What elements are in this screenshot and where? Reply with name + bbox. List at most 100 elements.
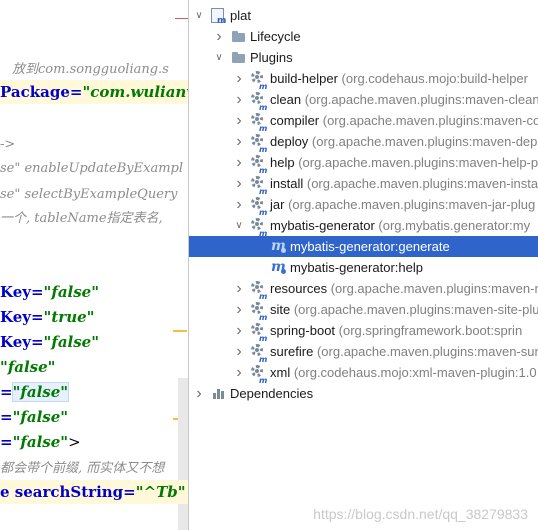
plugin-icon: m	[251, 113, 267, 133]
code-token: Key=	[0, 283, 44, 301]
code-line: ->	[0, 133, 15, 155]
tree-row-label: site	[270, 302, 291, 317]
chevron-right-icon[interactable]: ›	[193, 383, 205, 404]
plugin-icon: m	[251, 365, 267, 385]
chevron-right-icon[interactable]: ›	[233, 152, 245, 173]
tree-row-spring-boot[interactable]: › m spring-boot (org.springframework.boot:…	[189, 320, 538, 343]
chevron-right-icon[interactable]: ›	[233, 320, 245, 341]
tree-row-label: xml	[270, 365, 291, 380]
chevron-right-icon[interactable]: ›	[233, 278, 245, 299]
tree-row-coordinates: (org.apache.maven.plugins:maven-insta	[303, 176, 538, 191]
tree-row-coordinates: (org.codehaus.mojo:xml-maven-plugin:1.0	[290, 365, 537, 380]
code-line: 一个, tableName指定表名,	[0, 207, 163, 229]
code-editor[interactable]: 放到com.songguoliang.s Package="com.wulianw…	[0, 0, 188, 530]
tree-row-coordinates: (org.apache.maven.plugins:maven-dep	[308, 134, 538, 149]
code-line: 放到com.songguoliang.s	[12, 58, 169, 80]
tree-row-label: Lifecycle	[250, 29, 301, 44]
code-token: Key=	[0, 308, 44, 326]
tree-row-compiler[interactable]: › m compiler (org.apache.maven.plugins:mav…	[189, 110, 538, 133]
code-token: "false"	[12, 433, 69, 451]
plugin-icon: m	[251, 134, 267, 154]
chevron-right-icon[interactable]: ›	[233, 110, 245, 131]
code-line: se" selectByExampleQuery	[0, 183, 177, 205]
code-token: =	[0, 383, 13, 401]
tree-row-label: surefire	[270, 344, 314, 359]
tree-row-coordinates: (org.apache.maven.plugins:maven-site-plu	[290, 302, 538, 317]
maven-tool-window: ∨plat›Lifecycle∨Plugins›mbuild-helper (o…	[188, 0, 538, 530]
plugin-icon: m	[251, 323, 267, 343]
tree-row-label: install	[270, 176, 304, 191]
tree-row-deploy[interactable]: › m deploy (org.apache.maven.plugins:maven…	[189, 131, 538, 154]
folder-icon	[231, 29, 247, 44]
code-token: Key=	[0, 333, 44, 351]
tree-row-label: mybatis-generator	[270, 218, 375, 233]
tree-row-lifecycle[interactable]: › Lifecycle	[189, 26, 538, 47]
code-token: >	[68, 433, 81, 451]
tree-row-dependencies[interactable]: › Dependencies	[189, 383, 538, 404]
code-line: Key="false"	[0, 282, 99, 302]
tree-row-coordinates: (org.apache.maven.plugins:maven-help-p	[294, 155, 538, 170]
tree-row-coordinates: (org.apache.maven.plugins:maven-clean	[301, 92, 538, 107]
chevron-down-icon[interactable]: ∨	[193, 5, 205, 26]
tree-row-help[interactable]: › m help (org.apache.maven.plugins:maven-h…	[189, 152, 538, 175]
chevron-right-icon[interactable]: ›	[233, 362, 245, 383]
chevron-right-icon[interactable]: ›	[233, 68, 245, 89]
code-line: Key="true"	[0, 307, 94, 327]
code-token: =	[0, 433, 13, 451]
code-line: e searchString="^Tb"	[0, 482, 186, 502]
editor-scrollbar[interactable]	[178, 378, 188, 530]
chevron-right-icon[interactable]: ›	[233, 194, 245, 215]
tree-row-clean[interactable]: › m clean (org.apache.maven.plugins:maven-…	[189, 89, 538, 112]
code-token: 放到com.songguoliang.s	[12, 62, 169, 77]
tree-row-resources[interactable]: › m resources (org.apache.maven.plugins:ma…	[189, 278, 538, 301]
code-line: Key="false"	[0, 332, 99, 352]
plugin-icon: m	[251, 197, 267, 217]
tree-row-coordinates: (org.codehaus.mojo:build-helper	[337, 71, 528, 86]
tree-row-mybatis-generator-generate[interactable]: m mybatis-generator:generate	[189, 236, 538, 257]
tree-row-site[interactable]: › m site (org.apache.maven.plugins:maven-s…	[189, 299, 538, 322]
plugin-icon: m	[251, 71, 267, 91]
tree-row-mybatis-generator[interactable]: ∨ m mybatis-generator (org.mybatis.generat…	[189, 215, 538, 238]
code-token: "com.wulianwan	[82, 83, 188, 101]
code-token: Package=	[0, 83, 83, 101]
tree-row-coordinates: (org.apache.maven.plugins:maven-jar-plug	[284, 197, 536, 212]
tree-row-mybatis-generator-help[interactable]: m mybatis-generator:help	[189, 257, 538, 278]
tree-row-xml[interactable]: › m xml (org.codehaus.mojo:xml-maven-plugi…	[189, 362, 538, 385]
tree-row-coordinates: (org.apache.maven.plugins:maven-r	[327, 281, 538, 296]
code-token: se" enableUpdateByExampl	[0, 161, 184, 176]
plugin-icon: m	[251, 281, 267, 301]
chevron-right-icon[interactable]: ›	[233, 131, 245, 152]
code-line: ="false"	[0, 407, 68, 427]
tree-row-plugins[interactable]: ∨ Plugins	[189, 47, 538, 68]
code-line: Package="com.wulianwan	[0, 82, 188, 102]
dependencies-icon	[211, 386, 227, 401]
chevron-right-icon[interactable]: ›	[233, 173, 245, 194]
chevron-right-icon[interactable]: ›	[213, 26, 225, 47]
tree-row-surefire[interactable]: › m surefire (org.apache.maven.plugins:mav…	[189, 341, 538, 364]
editor-change-marker	[173, 330, 187, 332]
code-line: 都会带个前缀, 而实体又不想	[0, 457, 164, 479]
code-token: =	[0, 408, 13, 426]
chevron-down-icon[interactable]: ∨	[213, 47, 225, 68]
tree-row-label: spring-boot	[270, 323, 336, 338]
code-line: ="false"	[0, 382, 70, 402]
chevron-right-icon[interactable]: ›	[233, 341, 245, 362]
code-token: e searchString=	[0, 483, 136, 501]
chevron-down-icon[interactable]: ∨	[233, 215, 245, 236]
plugin-icon: m	[251, 218, 267, 238]
chevron-right-icon[interactable]: ›	[233, 299, 245, 320]
tree-row-label: Plugins	[250, 50, 293, 65]
code-token: 一个, tableName指定表名,	[0, 211, 163, 226]
tree-row-label: mybatis-generator:help	[290, 260, 423, 275]
tree-row-label: jar	[270, 197, 285, 212]
tree-row-jar[interactable]: › m jar (org.apache.maven.plugins:maven-ja…	[189, 194, 538, 217]
tree-row-coordinates: (org.springframework.boot:sprin	[335, 323, 523, 338]
code-token: "true"	[43, 308, 95, 326]
tree-row-plat[interactable]: ∨ plat	[189, 5, 538, 32]
code-token: "false"	[43, 283, 100, 301]
tree-row-install[interactable]: › m install (org.apache.maven.plugins:mave…	[189, 173, 538, 196]
tree-row-build-helper[interactable]: › m build-helper (org.codehaus.mojo:build-…	[189, 68, 538, 91]
plugin-icon: m	[251, 155, 267, 175]
code-line: se" enableUpdateByExampl	[0, 157, 183, 179]
chevron-right-icon[interactable]: ›	[233, 89, 245, 110]
